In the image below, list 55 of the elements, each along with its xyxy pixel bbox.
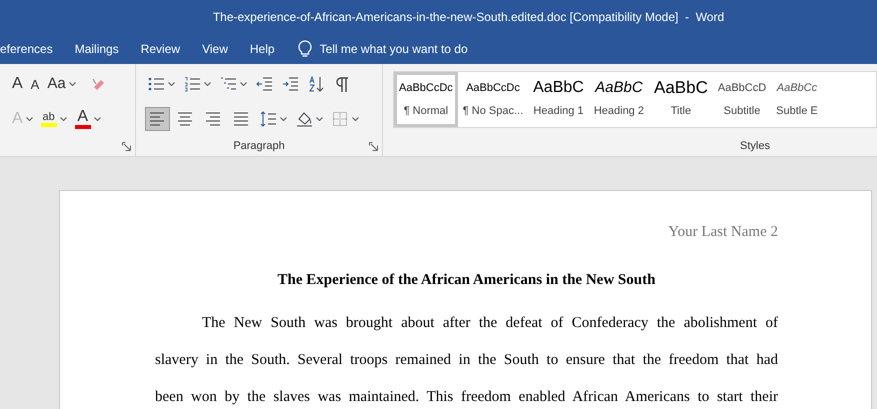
grow-font-button[interactable]: A xyxy=(10,72,25,96)
group-label: Styles xyxy=(739,138,771,154)
caret-icon xyxy=(94,117,101,121)
pilcrow-icon xyxy=(334,76,351,92)
page-header: Your Last Name 2 xyxy=(668,223,778,242)
change-case-button[interactable]: Aa xyxy=(45,72,78,96)
bullet-list-icon xyxy=(148,76,165,92)
text-line: been won by the slaves was maintained. This freedom enabled African Americans to start their xyxy=(155,388,778,406)
style-gallery-item[interactable]: AaBbCcDc ¶ Normal xyxy=(394,72,458,127)
multilevel-list-icon xyxy=(220,76,237,92)
decrease-indent-icon xyxy=(256,76,273,92)
group-label: Paragraph xyxy=(232,138,286,154)
caret-icon xyxy=(168,82,175,86)
dialog-launcher-icon[interactable] xyxy=(369,142,378,151)
caret-icon xyxy=(280,117,287,121)
ribbon-tab[interactable]: Mailings xyxy=(64,33,130,64)
align-left-icon xyxy=(149,111,166,127)
document-heading: The Experience of the African Americans in the New South xyxy=(278,271,656,290)
dialog-launcher-icon[interactable] xyxy=(122,142,131,151)
ribbon-tab[interactable]: eferences xyxy=(0,33,64,64)
caret-icon xyxy=(68,82,76,86)
window-title: The-experience-of-African-Americans-in-the-new-South.edited.doc [Compatibility Mode] - Word xyxy=(212,8,724,26)
numbered-list-icon xyxy=(184,76,201,92)
ribbon-tab[interactable]: Review xyxy=(130,33,192,64)
align-center-icon xyxy=(177,111,194,127)
shrink-font-button[interactable]: A xyxy=(28,72,42,96)
align-right-icon xyxy=(205,111,222,127)
font-color-button[interactable]: A xyxy=(72,107,103,131)
text-line: The New South was brought about after the defeat of Confederacy the abolishment of xyxy=(201,314,778,332)
sort-icon xyxy=(308,76,325,92)
style-gallery-item[interactable]: AaBbCcD Subtitle xyxy=(712,72,772,127)
caret-icon xyxy=(316,117,323,121)
ribbon-tab[interactable]: View xyxy=(191,33,239,64)
line-spacing-icon xyxy=(260,111,277,127)
highlight-button[interactable]: ab xyxy=(38,107,69,131)
paint-bucket-icon xyxy=(296,111,313,127)
style-gallery-item[interactable]: AaBbCcDc ¶ No Spac... xyxy=(458,72,528,127)
style-gallery-item[interactable]: AaBbC Title xyxy=(648,72,713,127)
eraser-icon xyxy=(90,76,106,92)
borders-icon xyxy=(332,111,349,127)
style-gallery-item[interactable]: AaBbC Heading 1 xyxy=(528,72,589,127)
style-gallery-item[interactable]: AaBbCc Subtle E xyxy=(771,72,823,127)
caret-icon xyxy=(26,117,33,121)
justify-icon xyxy=(233,111,250,127)
ribbon-tab[interactable]: Help xyxy=(238,33,286,64)
caret-icon xyxy=(60,117,67,121)
style-gallery-item[interactable]: AaBbC Heading 2 xyxy=(588,72,649,127)
lightbulb-icon xyxy=(298,40,312,58)
increase-indent-icon xyxy=(282,76,299,92)
caret-icon xyxy=(352,117,359,121)
tell-me-search-field[interactable]: Tell me what you want to do xyxy=(320,40,540,58)
align-left-button[interactable] xyxy=(145,107,170,131)
text-line: slavery in the South. Several troops remained in the South to ensure that the freedom that had xyxy=(155,350,778,370)
caret-icon xyxy=(204,82,211,86)
caret-icon xyxy=(240,82,247,86)
